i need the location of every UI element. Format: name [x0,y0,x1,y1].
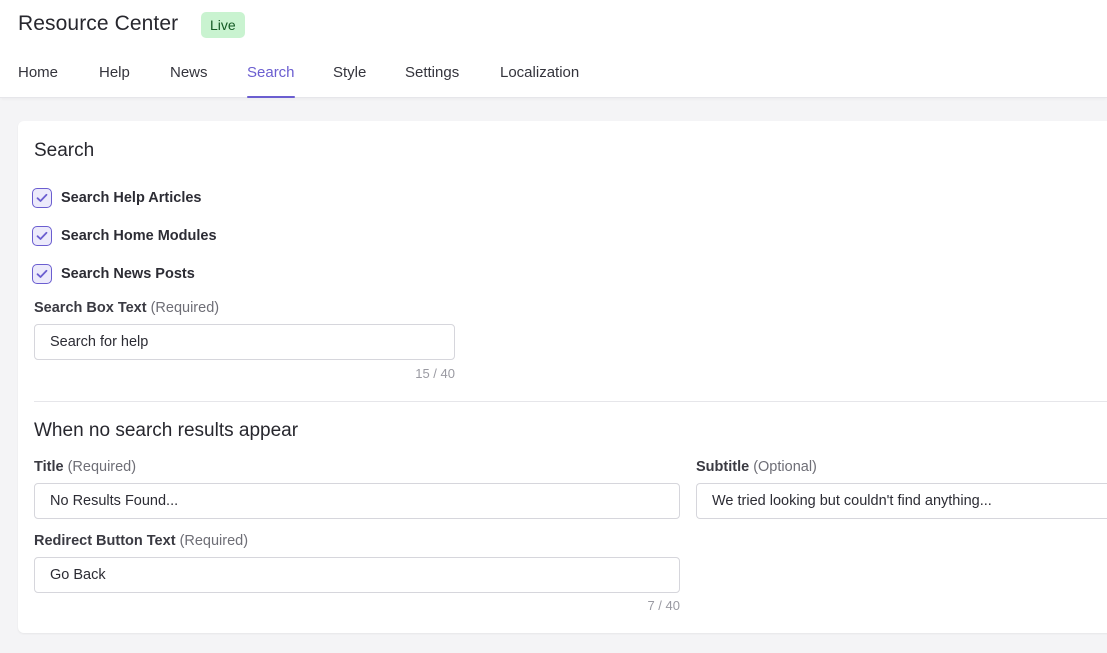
field-label-text: Redirect Button Text [34,533,176,549]
checkbox-search-home-modules[interactable] [32,226,52,246]
section-divider [34,401,1107,402]
required-hint: (Required) [179,533,249,549]
tab-search[interactable]: Search [247,58,295,98]
search-box-text-label: Search Box Text (Required) [34,300,219,316]
checkbox-row-help-articles[interactable]: Search Help Articles [32,187,202,209]
tab-help[interactable]: Help [99,58,130,98]
checkbox-label: Search Home Modules [61,228,217,244]
tab-style[interactable]: Style [333,58,366,98]
title-label: Title (Required) [34,459,136,475]
field-label-text: Subtitle [696,459,750,475]
checkbox-label: Search News Posts [61,266,195,282]
search-box-text-input[interactable]: Search for help [34,324,455,360]
redirect-button-text-input[interactable]: Go Back [34,557,680,593]
status-badge: Live [201,12,245,38]
redirect-button-text-label: Redirect Button Text (Required) [34,533,248,549]
checkbox-search-help-articles[interactable] [32,188,52,208]
app-header: Resource Center Live Home Help News Sear… [0,0,1107,98]
check-icon [36,231,48,240]
tab-localization[interactable]: Localization [500,58,579,98]
optional-hint: (Optional) [753,459,817,475]
page-title: Resource Center [18,12,179,35]
character-counter: 7 / 40 [647,598,680,613]
field-label-text: Search Box Text [34,300,147,316]
section-title-search: Search [34,140,95,161]
section-title-no-results: When no search results appear [34,420,299,441]
checkbox-row-news-posts[interactable]: Search News Posts [32,263,195,285]
tab-home[interactable]: Home [18,58,58,98]
no-results-subtitle-input[interactable]: We tried looking but couldn't find anyth… [696,483,1107,519]
required-hint: (Required) [67,459,137,475]
check-icon [36,269,48,278]
field-label-text: Title [34,459,64,475]
required-hint: (Required) [150,300,220,316]
character-counter: 15 / 40 [415,366,455,381]
no-results-title-input[interactable]: No Results Found... [34,483,680,519]
tab-news[interactable]: News [170,58,208,98]
check-icon [36,193,48,202]
checkbox-search-news-posts[interactable] [32,264,52,284]
search-settings-card: Search Search Help Articles Search Home … [18,121,1107,633]
subtitle-label: Subtitle (Optional) [696,459,817,475]
checkbox-row-home-modules[interactable]: Search Home Modules [32,225,217,247]
tab-settings[interactable]: Settings [405,58,459,98]
checkbox-label: Search Help Articles [61,190,202,206]
